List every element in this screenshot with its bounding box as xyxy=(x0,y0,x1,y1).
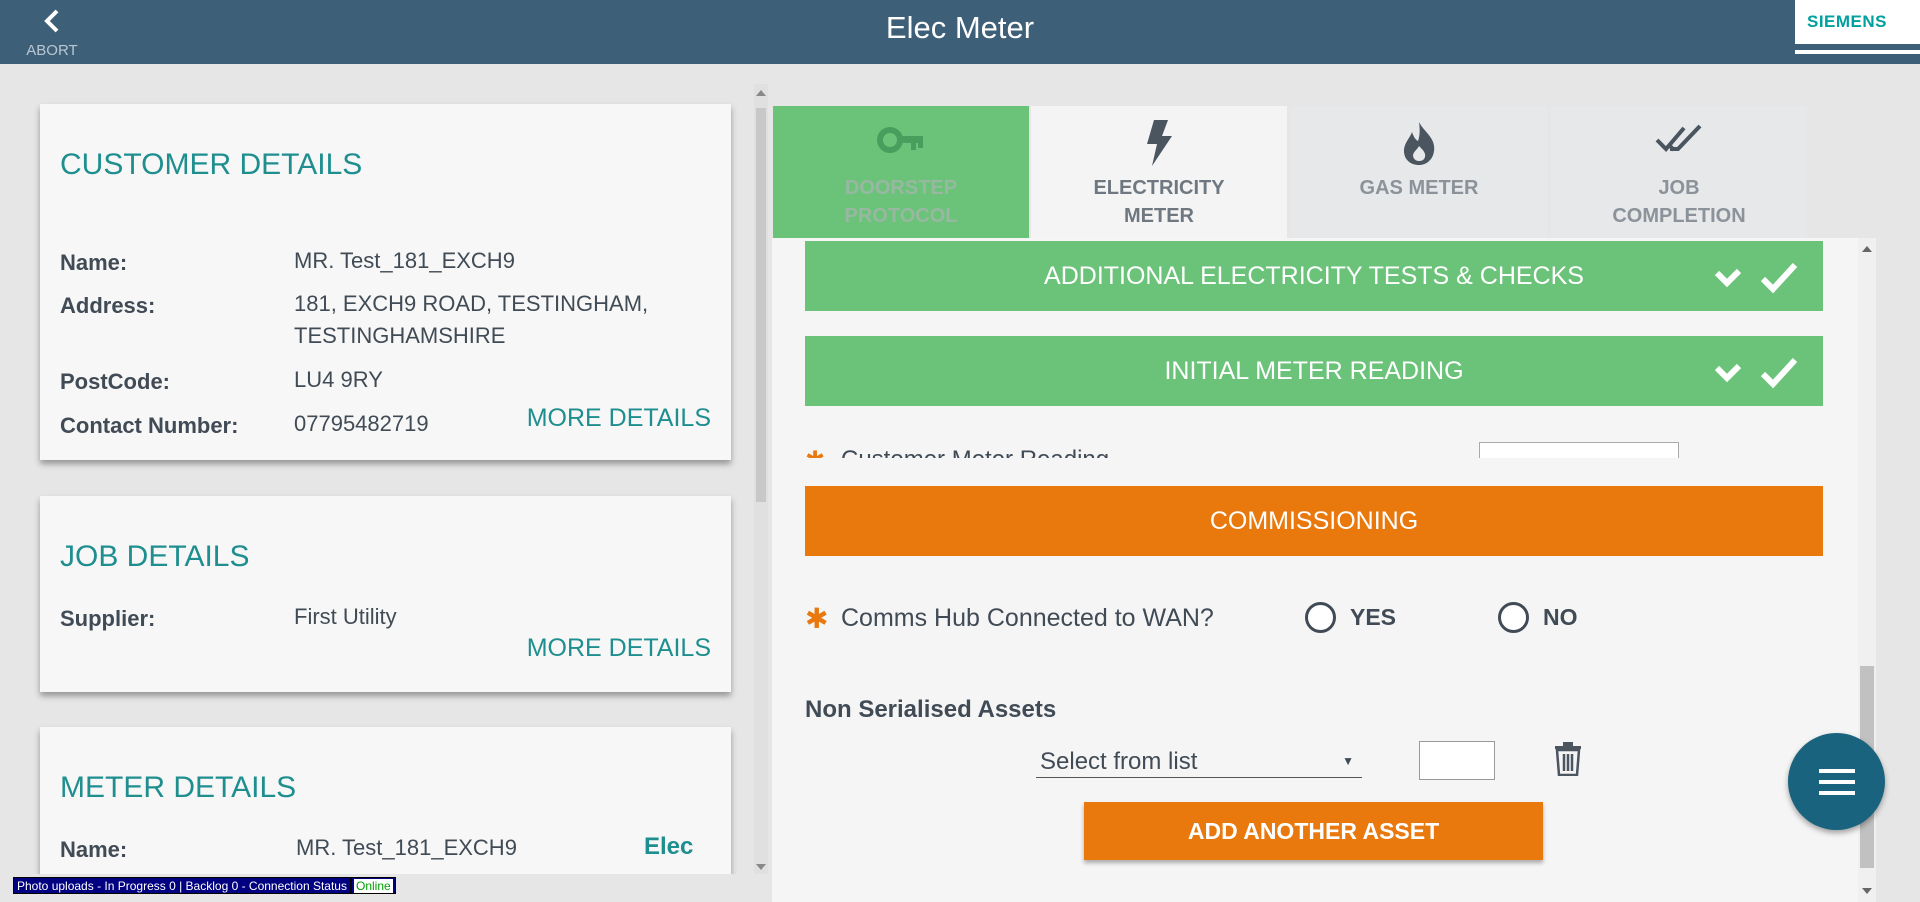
comms-hub-question: Comms Hub Connected to WAN? xyxy=(841,604,1214,632)
tab-doorstep-label-1: DOORSTEP xyxy=(844,177,958,199)
left-details-column: CUSTOMER DETAILS Name: MR. Test_181_EXCH… xyxy=(0,64,758,874)
customer-details-title: CUSTOMER DETAILS xyxy=(60,148,363,181)
menu-fab-button[interactable] xyxy=(1788,733,1885,830)
job-details-title: JOB DETAILS xyxy=(60,540,250,573)
customer-details-card: CUSTOMER DETAILS Name: MR. Test_181_EXCH… xyxy=(40,104,731,460)
section-initial-meter-reading-label: INITIAL METER READING xyxy=(1164,357,1464,385)
supplier-label: Supplier: xyxy=(60,606,156,631)
app-header: ABORT Elec Meter SIEMENS xyxy=(0,0,1920,64)
job-more-details-link[interactable]: MORE DETAILS xyxy=(527,634,711,663)
radio-circle-icon xyxy=(1498,601,1529,633)
tab-gas-label-1: GAS METER xyxy=(1359,177,1479,199)
meter-type-tag: Elec xyxy=(644,833,694,860)
asset-select[interactable]: Select from list ▼ xyxy=(1036,746,1362,778)
customer-more-details-link[interactable]: MORE DETAILS xyxy=(527,404,711,433)
section-commissioning-label: COMMISSIONING xyxy=(1209,507,1419,535)
section-initial-meter-reading[interactable]: INITIAL METER READING xyxy=(805,336,1823,406)
left-scrollbar[interactable] xyxy=(754,84,768,874)
lightning-icon xyxy=(1147,120,1172,166)
tab-job-label-2: COMPLETION xyxy=(1612,205,1746,227)
customer-postcode-value: LU4 9RY xyxy=(294,367,383,392)
hamburger-menu-icon xyxy=(1818,768,1855,795)
radio-circle-icon xyxy=(1305,601,1336,633)
supplier-value: First Utility xyxy=(294,604,397,629)
connection-status: Online xyxy=(350,877,396,894)
connection-status-value: Online xyxy=(353,879,393,893)
customer-name-label: Name: xyxy=(60,250,128,275)
required-asterisk-icon: ✱ xyxy=(805,603,829,634)
tab-electricity-label-2: METER xyxy=(1124,205,1194,227)
meter-reading-row-partial: ✱ Customer Meter Reading xyxy=(805,442,1823,458)
meter-reading-label: Customer Meter Reading xyxy=(841,446,1109,458)
meter-details-card: METER DETAILS Name: MR. Test_181_EXCH9 E… xyxy=(40,727,731,874)
meter-reading-input[interactable] xyxy=(1479,442,1679,458)
delete-asset-button[interactable] xyxy=(1554,742,1582,781)
asset-quantity-input[interactable] xyxy=(1419,741,1495,780)
brand-text: SIEMENS xyxy=(1807,12,1888,31)
comms-hub-question-row: ✱ Comms Hub Connected to WAN? YES NO xyxy=(805,598,1823,638)
section-commissioning[interactable]: COMMISSIONING xyxy=(805,486,1823,556)
key-icon xyxy=(877,127,923,153)
meter-details-title: METER DETAILS xyxy=(60,771,297,804)
electricity-meter-panel: ADDITIONAL ELECTRICITY TESTS & CHECKS IN… xyxy=(772,238,1876,902)
comms-yes-label: YES xyxy=(1350,603,1397,630)
tab-gas-meter[interactable]: GAS METER xyxy=(1291,106,1547,238)
tab-electricity-label-1: ELECTRICITY xyxy=(1093,177,1225,199)
customer-address-label: Address: xyxy=(60,293,156,318)
meter-name-label: Name: xyxy=(60,837,128,862)
add-another-asset-button[interactable]: ADD ANOTHER ASSET xyxy=(1084,802,1543,860)
tab-doorstep-label-2: PROTOCOL xyxy=(844,205,958,227)
page-title: Elec Meter xyxy=(885,10,1035,45)
completed-checks-icon xyxy=(1714,357,1798,389)
upload-status-text: Photo uploads - In Progress 0 | Backlog … xyxy=(13,877,351,894)
tab-doorstep-protocol[interactable]: DOORSTEP PROTOCOL xyxy=(773,106,1029,238)
flame-icon xyxy=(1404,122,1435,165)
non-serialised-assets-title: Non Serialised Assets xyxy=(805,696,1057,723)
section-additional-tests[interactable]: ADDITIONAL ELECTRICITY TESTS & CHECKS xyxy=(805,241,1823,311)
dropdown-caret-icon: ▼ xyxy=(1342,754,1354,768)
section-additional-tests-label: ADDITIONAL ELECTRICITY TESTS & CHECKS xyxy=(1044,262,1584,290)
job-details-card: JOB DETAILS Supplier: First Utility MORE… xyxy=(40,496,731,692)
customer-postcode-label: PostCode: xyxy=(60,369,170,394)
customer-contact-label: Contact Number: xyxy=(60,413,239,438)
upload-status-bar: Photo uploads - In Progress 0 | Backlog … xyxy=(13,877,396,894)
double-check-icon xyxy=(1655,124,1702,152)
comms-yes-radio[interactable]: YES xyxy=(1305,600,1396,634)
required-asterisk-icon: ✱ xyxy=(805,446,825,458)
tab-job-completion[interactable]: JOB COMPLETION xyxy=(1551,106,1807,238)
customer-address-value: 181, EXCH9 ROAD, TESTINGHAM, TESTINGHAMS… xyxy=(294,291,649,348)
completed-checks-icon xyxy=(1714,262,1798,294)
left-scrollbar-thumb[interactable] xyxy=(756,108,766,502)
tab-job-label-1: JOB xyxy=(1658,177,1700,199)
tab-electricity-meter[interactable]: ELECTRICITY METER xyxy=(1031,106,1287,238)
comms-no-radio[interactable]: NO xyxy=(1498,600,1578,634)
comms-no-label: NO xyxy=(1543,603,1578,630)
brand-logo: SIEMENS xyxy=(1795,0,1920,64)
customer-name-value: MR. Test_181_EXCH9 xyxy=(294,248,515,273)
asset-select-value: Select from list xyxy=(1040,748,1198,775)
trash-icon xyxy=(1555,742,1581,777)
